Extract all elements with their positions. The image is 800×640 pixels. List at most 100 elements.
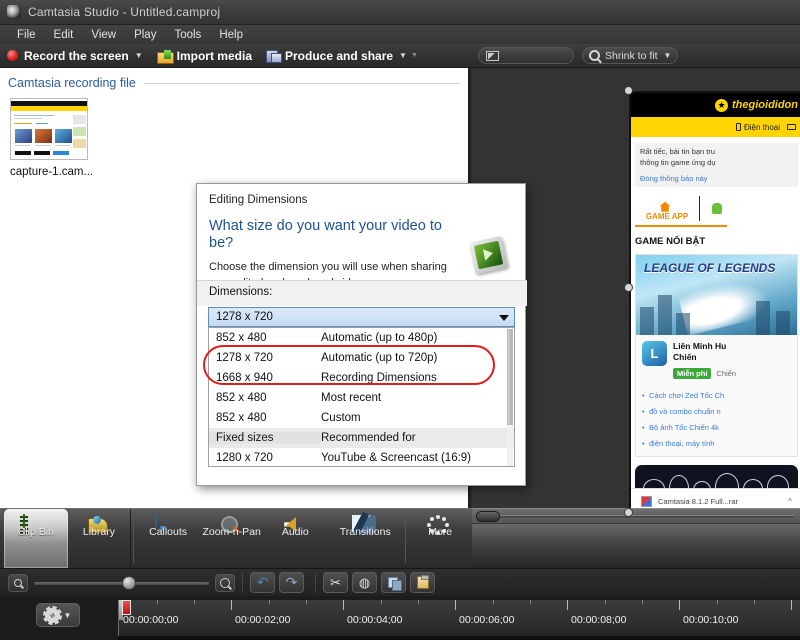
menu-item-tools[interactable]: Tools bbox=[165, 29, 210, 41]
resize-handle-top-left[interactable] bbox=[624, 86, 633, 95]
divider bbox=[315, 572, 316, 593]
laptop-icon bbox=[787, 124, 796, 130]
menu-item-edit[interactable]: Edit bbox=[45, 29, 83, 41]
undo-button[interactable]: ↷ bbox=[250, 572, 275, 593]
dropdown-option[interactable]: 1280 x 720 YouTube & Screencast (16:9) bbox=[209, 448, 514, 466]
tab-zoom-n-pan[interactable]: Zoom-n-Pan bbox=[200, 509, 264, 568]
menu-item-file[interactable]: File bbox=[8, 29, 45, 41]
option-desc: Automatic (up to 480p) bbox=[321, 332, 438, 344]
preview-scrub-slider[interactable] bbox=[472, 508, 800, 524]
chevron-down-icon[interactable]: ▼ bbox=[64, 611, 72, 620]
camtasia-badge-icon bbox=[469, 235, 509, 275]
game-title-line-2: Chiến bbox=[673, 352, 697, 363]
produce-icon bbox=[266, 49, 282, 63]
site-header: ★ thegioididon bbox=[631, 93, 800, 117]
scrub-track[interactable] bbox=[482, 514, 794, 518]
copy-button[interactable] bbox=[381, 572, 406, 593]
preview-canvas[interactable]: ★ thegioididon Điện thoại Rất tiếc, bài … bbox=[629, 91, 800, 516]
window-title: Camtasia Studio - Untitled.camproj bbox=[28, 5, 221, 19]
timeline-zoom-slider[interactable] bbox=[34, 574, 209, 592]
download-item-label[interactable]: Camtasia 8.1.2 Full...rar bbox=[658, 497, 738, 506]
dimensions-dropdown-list[interactable]: 852 x 480 Automatic (up to 480p) 1278 x … bbox=[208, 327, 515, 467]
zoom-slider-knob[interactable] bbox=[122, 575, 136, 590]
dropdown-option[interactable]: 852 x 480 Most recent bbox=[209, 388, 514, 408]
import-media-button[interactable]: Import media bbox=[150, 44, 259, 68]
tab-clip-bin[interactable]: Clip Bin bbox=[4, 509, 68, 568]
game-card-links: Cách chơi Zed Tốc Ch đồ và combo chuẩn n… bbox=[636, 390, 797, 456]
magnifier-icon bbox=[589, 50, 600, 61]
ruler-label: 00:00:02;00 bbox=[235, 614, 291, 626]
clip-label: capture-1.cam... bbox=[10, 166, 94, 178]
site-logo-text: thegioididon bbox=[732, 99, 798, 111]
cut-button[interactable]: ✂ bbox=[323, 572, 348, 593]
tab-more[interactable]: More bbox=[408, 509, 472, 568]
menu-item-view[interactable]: View bbox=[82, 29, 125, 41]
tab-label: Transitions bbox=[339, 526, 391, 538]
resize-handle-middle-left[interactable] bbox=[624, 283, 633, 292]
zoom-fit-dropdown[interactable]: Shrink to fit ▼ bbox=[582, 47, 679, 64]
dropdown-option[interactable]: 852 x 480 Custom bbox=[209, 408, 514, 428]
dropdown-option[interactable]: 1278 x 720 Automatic (up to 720p) bbox=[209, 348, 514, 368]
option-size: 1278 x 720 bbox=[216, 352, 273, 364]
divider bbox=[242, 572, 243, 593]
nav-item-laptop[interactable] bbox=[787, 124, 799, 130]
list-item[interactable]: capture-1.cam... bbox=[10, 98, 106, 178]
zoom-in-button[interactable] bbox=[215, 573, 235, 592]
zoom-fit-label: Shrink to fit bbox=[605, 49, 658, 62]
chevron-down-icon[interactable]: ▼ bbox=[664, 51, 672, 60]
tab-label: Library bbox=[82, 526, 115, 538]
clip-bin-items: capture-1.cam... bbox=[0, 90, 468, 178]
clip-bin-group-title: Camtasia recording file bbox=[8, 76, 136, 90]
link-item[interactable]: Cách chơi Zed Tốc Ch bbox=[642, 390, 791, 401]
folder-import-icon bbox=[156, 49, 174, 64]
preview-detach-button[interactable] bbox=[478, 47, 574, 64]
zoom-out-button[interactable] bbox=[8, 573, 28, 592]
divider bbox=[133, 514, 135, 563]
chevron-down-icon[interactable]: ▼ bbox=[399, 51, 407, 60]
dropdown-scrollbar-thumb[interactable] bbox=[507, 329, 513, 425]
option-desc: Most recent bbox=[321, 392, 382, 404]
timeline-options-button[interactable]: ▼ bbox=[36, 603, 80, 627]
nav-item-phone[interactable]: Điện thoại bbox=[735, 123, 780, 132]
tab-game-app[interactable]: GAME APP bbox=[635, 195, 700, 221]
site-nav: Điện thoại bbox=[631, 117, 800, 137]
chevron-up-icon[interactable]: ^ bbox=[788, 497, 792, 506]
playhead-marker bbox=[122, 600, 131, 615]
menu-item-help[interactable]: Help bbox=[210, 29, 252, 41]
menu-item-play[interactable]: Play bbox=[125, 29, 165, 41]
link-item-cont: điện thoại, máy tính bbox=[642, 438, 791, 449]
tab-audio[interactable]: Audio bbox=[263, 509, 327, 568]
record-the-screen-button[interactable]: Record the screen ▼ bbox=[0, 44, 150, 68]
dropdown-option[interactable]: 1668 x 940 Recording Dimensions bbox=[209, 368, 514, 388]
tab-callouts[interactable]: Callouts bbox=[136, 509, 200, 568]
chevron-down-icon[interactable]: ▼ bbox=[135, 51, 143, 60]
notice-line-2: thông tin game ứng dụ bbox=[640, 157, 716, 167]
android-icon bbox=[712, 202, 722, 214]
scrub-knob[interactable] bbox=[476, 510, 500, 522]
tab-underline bbox=[635, 224, 727, 227]
paste-button[interactable] bbox=[410, 572, 435, 593]
game-card[interactable]: LEAGUE OF LEGENDS L Liên Minh Hu Chiến M… bbox=[635, 253, 798, 457]
timeline-ruler[interactable]: 00:00:00;00 00:00:02;00 00:00:04;00 00:0… bbox=[118, 600, 800, 636]
notice-dismiss-link[interactable]: Đóng thông báo này bbox=[640, 174, 793, 183]
option-size: 852 x 480 bbox=[216, 392, 267, 404]
dropdown-option[interactable]: 852 x 480 Automatic (up to 480p) bbox=[209, 328, 514, 348]
overflow-chevron-icon[interactable]: ▼ bbox=[411, 52, 418, 59]
chevron-down-icon[interactable] bbox=[498, 312, 510, 324]
timeline-toolbar: ↷ ↷ ✂ ◍ bbox=[0, 568, 800, 596]
link-item[interactable]: Bộ ảnh Tốc Chiến 4k bbox=[642, 422, 791, 433]
ruler-label: 00:00:04;00 bbox=[347, 614, 403, 626]
camtasia-icon bbox=[7, 5, 21, 19]
tab-transitions[interactable]: Transitions bbox=[327, 509, 403, 568]
split-button[interactable]: ◍ bbox=[352, 572, 377, 593]
tab-game-app-label: GAME APP bbox=[645, 211, 689, 221]
archive-file-icon bbox=[641, 496, 652, 507]
playhead[interactable] bbox=[119, 600, 132, 620]
produce-and-share-button[interactable]: Produce and share ▼ ▼ bbox=[259, 44, 425, 68]
redo-button[interactable]: ↷ bbox=[279, 572, 304, 593]
tab-library[interactable]: Library bbox=[68, 509, 132, 568]
clip-thumbnail[interactable] bbox=[10, 98, 88, 160]
resize-handle-bottom-left[interactable] bbox=[624, 508, 633, 517]
produce-label: Produce and share bbox=[285, 48, 394, 63]
dimensions-combobox[interactable]: 1278 x 720 bbox=[208, 307, 515, 327]
